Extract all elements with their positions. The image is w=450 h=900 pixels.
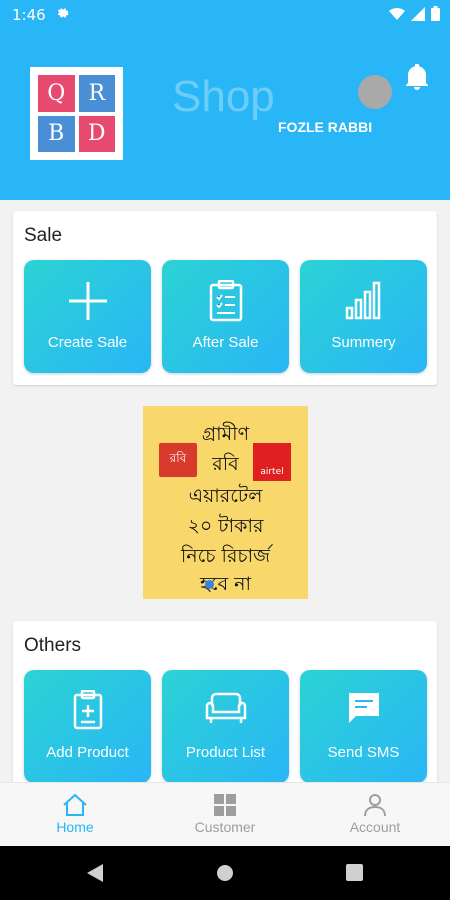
shop-title: Shop: [172, 72, 275, 121]
person-icon: [364, 794, 386, 817]
product-list-label: Product List: [185, 744, 266, 761]
others-section: Others Add Product Product List Send SMS: [13, 621, 437, 801]
others-section-title: Others: [24, 635, 82, 656]
sale-section-title: Sale: [24, 225, 63, 246]
logo-letter: R: [78, 75, 115, 112]
product-list-button[interactable]: Product List: [162, 670, 289, 783]
logo-letter: D: [78, 115, 115, 152]
summery-button[interactable]: Summery: [300, 260, 427, 373]
status-time: 1:46: [12, 6, 46, 24]
send-sms-button[interactable]: Send SMS: [300, 670, 427, 783]
sofa-icon: [205, 692, 246, 723]
nav-account-label: Account: [349, 819, 401, 835]
signal-icon: [411, 6, 425, 21]
add-product-label: Add Product: [46, 744, 129, 761]
airtel-logo: airtel: [253, 443, 291, 481]
create-sale-label: Create Sale: [47, 334, 128, 351]
clipboard-list-icon: [209, 280, 242, 322]
nav-customer[interactable]: Customer: [150, 783, 300, 847]
home-icon: [63, 793, 87, 816]
recents-icon[interactable]: [346, 864, 363, 881]
nav-home-label: Home: [56, 819, 94, 835]
app-header: Q R B D Shop FOZLE RABBI: [0, 30, 450, 200]
battery-icon: [431, 6, 440, 21]
ad-line: হবে না: [199, 573, 252, 595]
bottom-navigation: Home Customer Account: [0, 782, 450, 846]
system-icons: [389, 6, 440, 21]
create-sale-button[interactable]: Create Sale: [24, 260, 151, 373]
system-navigation-bar: [0, 846, 450, 900]
add-product-button[interactable]: Add Product: [24, 670, 151, 783]
after-sale-button[interactable]: After Sale: [162, 260, 289, 373]
ad-line: এয়ারটেল: [188, 485, 263, 507]
user-name: FOZLE RABBI: [278, 119, 373, 135]
chat-bubble-icon: [348, 693, 379, 723]
logo-letter: Q: [38, 75, 75, 112]
bar-chart-icon: [345, 281, 380, 320]
nav-account[interactable]: Account: [300, 783, 450, 847]
send-sms-label: Send SMS: [327, 744, 400, 761]
wifi-icon: [389, 7, 405, 20]
ad-line: ২০ টাকার: [187, 515, 264, 537]
logo-letter: B: [38, 115, 75, 152]
status-bar: 1:46: [0, 0, 450, 30]
user-avatar[interactable]: [358, 75, 392, 109]
nav-customer-label: Customer: [194, 819, 256, 835]
summery-label: Summery: [331, 334, 396, 351]
settings-gear-icon: [57, 8, 69, 18]
sale-section: Sale Create Sale After Sale Summery: [13, 211, 437, 385]
qrbd-logo: Q R B D: [30, 67, 123, 160]
clipboard-plus-icon: [73, 690, 102, 730]
home-circle-icon[interactable]: [216, 864, 234, 882]
plus-icon: [68, 282, 107, 320]
after-sale-label: After Sale: [192, 334, 259, 351]
notification-bell-icon[interactable]: [405, 64, 429, 90]
grid-icon: [214, 794, 236, 816]
back-icon[interactable]: [87, 864, 103, 882]
nav-home[interactable]: Home: [0, 783, 150, 847]
ad-indicator-dot: [205, 580, 214, 589]
recharge-ad-banner[interactable]: গ্রামীণ রবি রবি airtel এয়ারটেল ২০ টাকার…: [143, 406, 308, 599]
